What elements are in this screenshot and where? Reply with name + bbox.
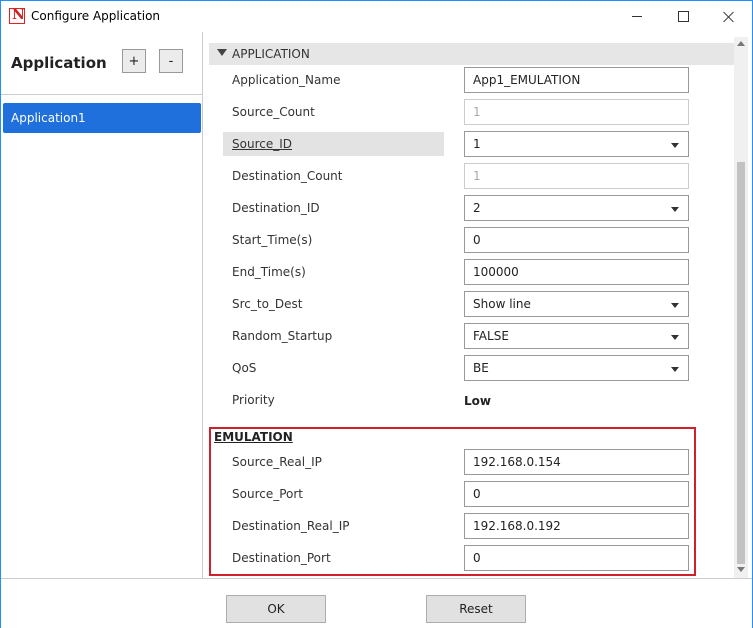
dialog-footer: OK Reset xyxy=(1,578,752,628)
priority-value: Low xyxy=(464,394,491,408)
scroll-down-icon[interactable] xyxy=(737,567,745,572)
collapse-arrow-icon[interactable] xyxy=(217,49,227,56)
destination-count-input: 1 xyxy=(464,163,689,189)
src-to-dest-value: Show line xyxy=(473,297,531,311)
source-real-ip-value: 192.168.0.154 xyxy=(473,455,561,469)
source-port-value: 0 xyxy=(473,487,481,501)
close-icon xyxy=(723,11,735,23)
qos-dropdown[interactable]: BE xyxy=(464,355,689,381)
configure-application-window: N Configure Application Application + - … xyxy=(0,0,753,628)
property-label-destination-real-ip: Destination_Real_IP xyxy=(232,519,350,533)
property-label-start-time: Start_Time(s) xyxy=(232,233,313,247)
property-label-source-count: Source_Count xyxy=(232,105,315,119)
property-label-priority: Priority xyxy=(232,393,275,407)
destination-real-ip-value: 192.168.0.192 xyxy=(473,519,561,533)
source-id-value: 1 xyxy=(473,137,481,151)
chevron-down-icon xyxy=(671,367,679,372)
maximize-icon xyxy=(677,11,689,22)
end-time-value: 100000 xyxy=(473,265,519,279)
source-real-ip-input[interactable]: 192.168.0.154 xyxy=(464,449,689,475)
random-startup-value: FALSE xyxy=(473,329,509,343)
property-label-random-startup: Random_Startup xyxy=(232,329,333,343)
property-label-source-id: Source_ID xyxy=(232,137,292,151)
minimize-icon xyxy=(632,16,642,17)
property-label-qos: QoS xyxy=(232,361,257,375)
source-count-input: 1 xyxy=(464,99,689,125)
vertical-scrollbar[interactable] xyxy=(734,37,748,578)
application-list-panel: Application + - Application1 xyxy=(1,32,203,578)
start-time-input[interactable]: 0 xyxy=(464,227,689,253)
section-title: APPLICATION xyxy=(232,47,310,61)
property-label-source-real-ip: Source_Real_IP xyxy=(232,455,322,469)
application-list-item[interactable]: Application1 xyxy=(3,103,201,133)
property-label-application-name: Application_Name xyxy=(232,73,341,87)
scroll-up-icon[interactable] xyxy=(737,41,745,46)
property-label-source-port: Source_Port xyxy=(232,487,304,501)
source-count-value: 1 xyxy=(473,105,481,119)
destination-id-dropdown[interactable]: 2 xyxy=(464,195,689,221)
destination-count-value: 1 xyxy=(473,169,481,183)
property-label-destination-port: Destination_Port xyxy=(232,551,331,565)
application-list-header: Application + - xyxy=(1,32,202,95)
remove-application-button[interactable]: - xyxy=(159,49,183,73)
chevron-down-icon xyxy=(671,335,679,340)
source-port-input[interactable]: 0 xyxy=(464,481,689,507)
destination-id-value: 2 xyxy=(473,201,481,215)
add-application-button[interactable]: + xyxy=(122,49,146,73)
ok-button[interactable]: OK xyxy=(226,595,326,623)
src-to-dest-dropdown[interactable]: Show line xyxy=(464,291,689,317)
application-heading: Application xyxy=(11,54,107,72)
minimize-button[interactable] xyxy=(614,1,660,32)
chevron-down-icon xyxy=(671,207,679,212)
chevron-down-icon xyxy=(671,143,679,148)
source-id-dropdown[interactable]: 1 xyxy=(464,131,689,157)
emulation-section-title: EMULATION xyxy=(214,430,293,444)
property-label-end-time: End_Time(s) xyxy=(232,265,306,279)
close-button[interactable] xyxy=(706,1,752,32)
property-label-destination-count: Destination_Count xyxy=(232,169,343,183)
property-label-src-to-dest: Src_to_Dest xyxy=(232,297,303,311)
app-logo-icon: N xyxy=(9,7,25,24)
application-name-input[interactable]: App1_EMULATION xyxy=(464,67,689,93)
chevron-down-icon xyxy=(671,303,679,308)
application-section-header[interactable]: APPLICATION xyxy=(209,43,734,65)
destination-port-input[interactable]: 0 xyxy=(464,545,689,571)
end-time-input[interactable]: 100000 xyxy=(464,259,689,285)
destination-real-ip-input[interactable]: 192.168.0.192 xyxy=(464,513,689,539)
scrollbar-thumb[interactable] xyxy=(737,162,745,564)
qos-value: BE xyxy=(473,361,489,375)
property-label-destination-id: Destination_ID xyxy=(232,201,320,215)
maximize-button[interactable] xyxy=(660,1,706,32)
application-name-value: App1_EMULATION xyxy=(473,73,581,87)
random-startup-dropdown[interactable]: FALSE xyxy=(464,323,689,349)
destination-port-value: 0 xyxy=(473,551,481,565)
reset-button[interactable]: Reset xyxy=(426,595,526,623)
start-time-value: 0 xyxy=(473,233,481,247)
properties-panel: APPLICATION Application_Name App1_EMULAT… xyxy=(203,32,752,578)
title-bar: N Configure Application xyxy=(1,1,752,32)
window-title: Configure Application xyxy=(31,9,161,23)
